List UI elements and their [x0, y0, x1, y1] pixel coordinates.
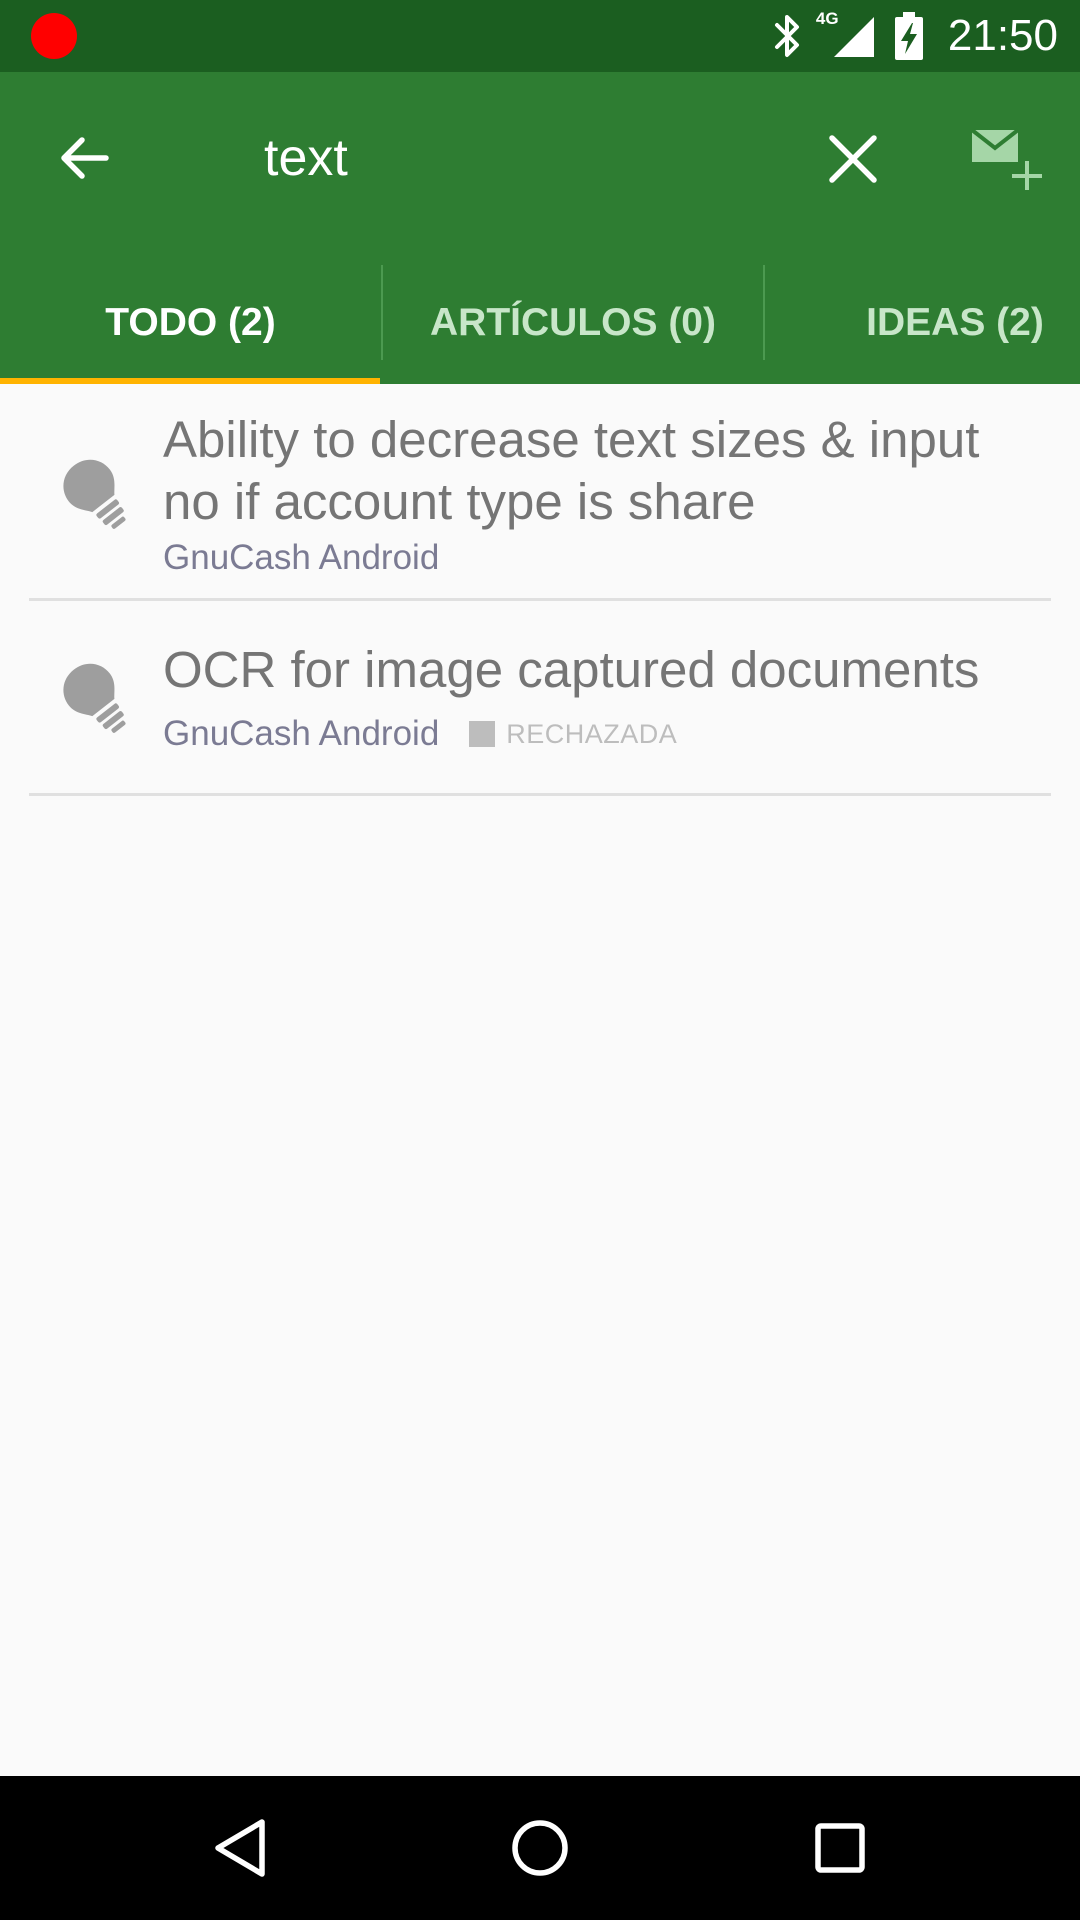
tab-articulos-label: ARTÍCULOS (0) [430, 301, 716, 344]
navigation-bar [0, 1776, 1080, 1920]
item-meta: GnuCash Android [163, 538, 439, 578]
close-icon[interactable] [822, 128, 884, 190]
nav-recents-icon[interactable] [790, 1798, 890, 1898]
tab-todo-label: TODO (2) [105, 301, 276, 344]
nav-home-icon[interactable] [490, 1798, 590, 1898]
status-icons: 4G 21:50 [772, 0, 1058, 72]
tab-ideas[interactable]: IDEAS (2) [765, 262, 1080, 384]
status-bar: 4G 21:50 [0, 0, 1080, 72]
recording-icon [31, 13, 77, 59]
list-divider [29, 793, 1051, 796]
search-toolbar: text [0, 72, 1080, 242]
list-item[interactable]: Ability to decrease text sizes & input n… [0, 384, 1080, 601]
tab-divider [763, 265, 765, 360]
status-badge: RECHAZADA [469, 719, 677, 750]
item-title: Ability to decrease text sizes & input n… [163, 411, 980, 530]
status-text: RECHAZADA [506, 718, 678, 749]
nav-back-icon[interactable] [192, 1798, 292, 1898]
status-time: 21:50 [947, 11, 1058, 60]
results-list: Ability to decrease text sizes & input n… [0, 384, 1080, 796]
battery-charging-icon [894, 12, 923, 60]
item-source: GnuCash Android [163, 714, 440, 753]
tab-todo[interactable]: TODO (2) [0, 262, 381, 384]
bluetooth-icon [774, 15, 799, 57]
tab-ideas-label: IDEAS (2) [866, 301, 1044, 344]
app-bar: text TODO (2) ARTÍCULOS (0) IDEAS (2) [0, 72, 1080, 384]
list-item[interactable]: OCR for image captured documents GnuCash… [0, 601, 1080, 796]
tab-divider [381, 265, 383, 360]
tab-articulos[interactable]: ARTÍCULOS (0) [383, 262, 763, 384]
search-input[interactable]: text [264, 126, 348, 190]
compose-mail-icon[interactable] [968, 124, 1042, 190]
lightbulb-icon [63, 663, 126, 733]
back-arrow-icon[interactable] [54, 128, 114, 188]
item-title: OCR for image captured documents [163, 641, 980, 698]
lightbulb-icon [63, 459, 126, 529]
tab-bar: TODO (2) ARTÍCULOS (0) IDEAS (2) [0, 262, 1080, 384]
item-meta: GnuCash Android RECHAZADA [163, 714, 677, 754]
item-source: GnuCash Android [163, 538, 440, 577]
cell-signal-icon: 4G [816, 9, 876, 59]
status-square-icon [469, 721, 496, 747]
